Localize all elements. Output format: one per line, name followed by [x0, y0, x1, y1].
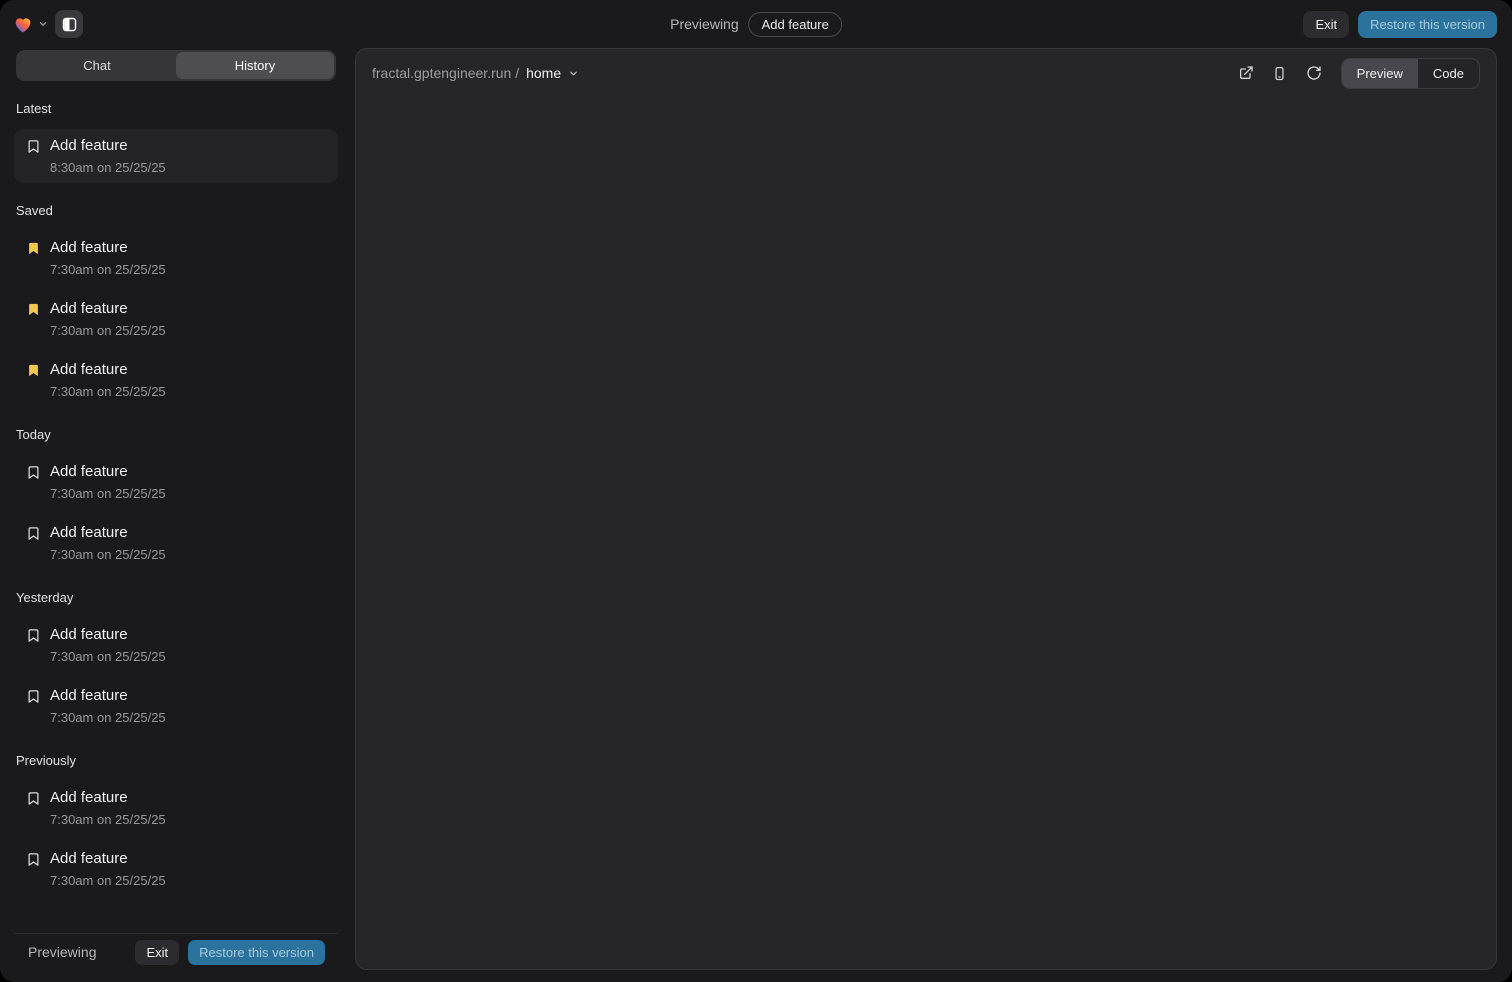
bookmark-filled-icon	[26, 241, 41, 256]
chevron-down-icon	[38, 19, 48, 29]
history-item[interactable]: Add feature 7:30am on 25/25/25	[14, 618, 338, 672]
history-section: PreviouslyAdd feature7:30am on 25/25/25A…	[14, 753, 338, 896]
sidebar-tabbar: Chat History	[16, 50, 336, 81]
section-title: Yesterday	[16, 590, 336, 606]
section-title: Previously	[16, 753, 336, 769]
history-item-time: 7:30am on 25/25/25	[50, 261, 166, 279]
app-window: Previewing Add feature Exit Restore this…	[0, 0, 1512, 982]
panel-left-icon	[61, 16, 78, 33]
exit-button[interactable]: Exit	[1303, 11, 1349, 38]
history-section: SavedAdd feature7:30am on 25/25/25Add fe…	[14, 203, 338, 407]
history-item[interactable]: Add feature 7:30am on 25/25/25	[14, 516, 338, 570]
history-item-title: Add feature	[50, 685, 166, 707]
history-item[interactable]: Add feature 7:30am on 25/25/25	[14, 353, 338, 407]
view-toggle: Preview Code	[1341, 58, 1480, 89]
history-item-time: 7:30am on 25/25/25	[50, 811, 166, 829]
preview-viewport[interactable]	[356, 97, 1496, 969]
refresh-button[interactable]	[1301, 60, 1327, 86]
mobile-preview-button[interactable]	[1267, 60, 1293, 86]
breadcrumb-page: home	[526, 65, 561, 81]
external-link-icon	[1238, 65, 1254, 81]
footer-previewing-label: Previewing	[28, 944, 96, 960]
history-item-time: 7:30am on 25/25/25	[50, 383, 166, 401]
history-item-time: 7:30am on 25/25/25	[50, 648, 166, 666]
bookmark-outline-icon	[26, 628, 41, 643]
tab-preview[interactable]: Preview	[1342, 59, 1418, 88]
history-item-time: 7:30am on 25/25/25	[50, 485, 166, 503]
preview-panel: fractal.gptengineer.run / home	[355, 48, 1497, 970]
history-item-time: 7:30am on 25/25/25	[50, 322, 166, 340]
history-item[interactable]: Add feature 7:30am on 25/25/25	[14, 231, 338, 285]
refresh-icon	[1306, 65, 1322, 81]
history-item-time: 7:30am on 25/25/25	[50, 709, 166, 727]
workspace-menu[interactable]	[12, 14, 48, 35]
open-external-button[interactable]	[1233, 60, 1259, 86]
history-item-title: Add feature	[50, 522, 166, 544]
history-item[interactable]: Add feature 7:30am on 25/25/25	[14, 679, 338, 733]
bookmark-outline-icon	[26, 852, 41, 867]
footer-restore-version-button[interactable]: Restore this version	[188, 940, 325, 965]
bookmark-filled-icon	[26, 363, 41, 378]
history-item-title: Add feature	[50, 298, 166, 320]
sidebar-footer: Previewing Exit Restore this version	[14, 933, 338, 970]
section-title: Latest	[16, 101, 336, 117]
chevron-down-icon	[568, 68, 579, 79]
preview-panel-header: fractal.gptengineer.run / home	[356, 49, 1496, 97]
history-item[interactable]: Add feature 8:30am on 25/25/25	[14, 129, 338, 183]
bookmark-outline-icon	[26, 465, 41, 480]
history-item-title: Add feature	[50, 461, 166, 483]
version-badge[interactable]: Add feature	[749, 12, 842, 37]
bookmark-outline-icon	[26, 139, 41, 154]
tab-chat[interactable]: Chat	[18, 52, 176, 79]
history-item[interactable]: Add feature 7:30am on 25/25/25	[14, 781, 338, 835]
history-section: YesterdayAdd feature7:30am on 25/25/25Ad…	[14, 590, 338, 733]
lovable-heart-logo-icon	[12, 14, 34, 35]
bookmark-filled-icon	[26, 302, 41, 317]
tab-code[interactable]: Code	[1418, 59, 1479, 88]
history-item[interactable]: Add feature 7:30am on 25/25/25	[14, 292, 338, 346]
history-item-time: 8:30am on 25/25/25	[50, 159, 166, 177]
history-item[interactable]: Add feature 7:30am on 25/25/25	[14, 842, 338, 896]
history-section: TodayAdd feature7:30am on 25/25/25Add fe…	[14, 427, 338, 570]
topbar: Previewing Add feature Exit Restore this…	[0, 0, 1512, 48]
history-section: Latest Add feature 8:30am on 25/25/25	[14, 101, 338, 183]
history-item-title: Add feature	[50, 787, 166, 809]
smartphone-icon	[1272, 66, 1287, 81]
history-item[interactable]: Add feature 7:30am on 25/25/25	[14, 455, 338, 509]
bookmark-outline-icon	[26, 689, 41, 704]
restore-version-button[interactable]: Restore this version	[1358, 11, 1497, 38]
toggle-sidebar-button[interactable]	[55, 10, 83, 38]
history-item-title: Add feature	[50, 624, 166, 646]
history-item-time: 7:30am on 25/25/25	[50, 546, 166, 564]
history-item-title: Add feature	[50, 359, 166, 381]
breadcrumb[interactable]: fractal.gptengineer.run / home	[372, 65, 579, 81]
history-item-title: Add feature	[50, 848, 166, 870]
history-item-title: Add feature	[50, 237, 166, 259]
history-item-title: Add feature	[50, 135, 166, 157]
tab-history[interactable]: History	[176, 52, 334, 79]
history-list: Latest Add feature 8:30am on 25/25/25 Saved…	[14, 81, 338, 933]
bookmark-outline-icon	[26, 526, 41, 541]
bookmark-outline-icon	[26, 791, 41, 806]
preview-toolbar: Preview Code	[1225, 58, 1480, 89]
history-item-time: 7:30am on 25/25/25	[50, 872, 166, 890]
footer-exit-button[interactable]: Exit	[135, 940, 179, 965]
previewing-label: Previewing	[670, 16, 738, 32]
section-title: Saved	[16, 203, 336, 219]
breadcrumb-domain: fractal.gptengineer.run /	[372, 65, 519, 81]
section-title: Today	[16, 427, 336, 443]
sidebar: Chat History Latest Add feature 8:30am on …	[14, 48, 338, 970]
